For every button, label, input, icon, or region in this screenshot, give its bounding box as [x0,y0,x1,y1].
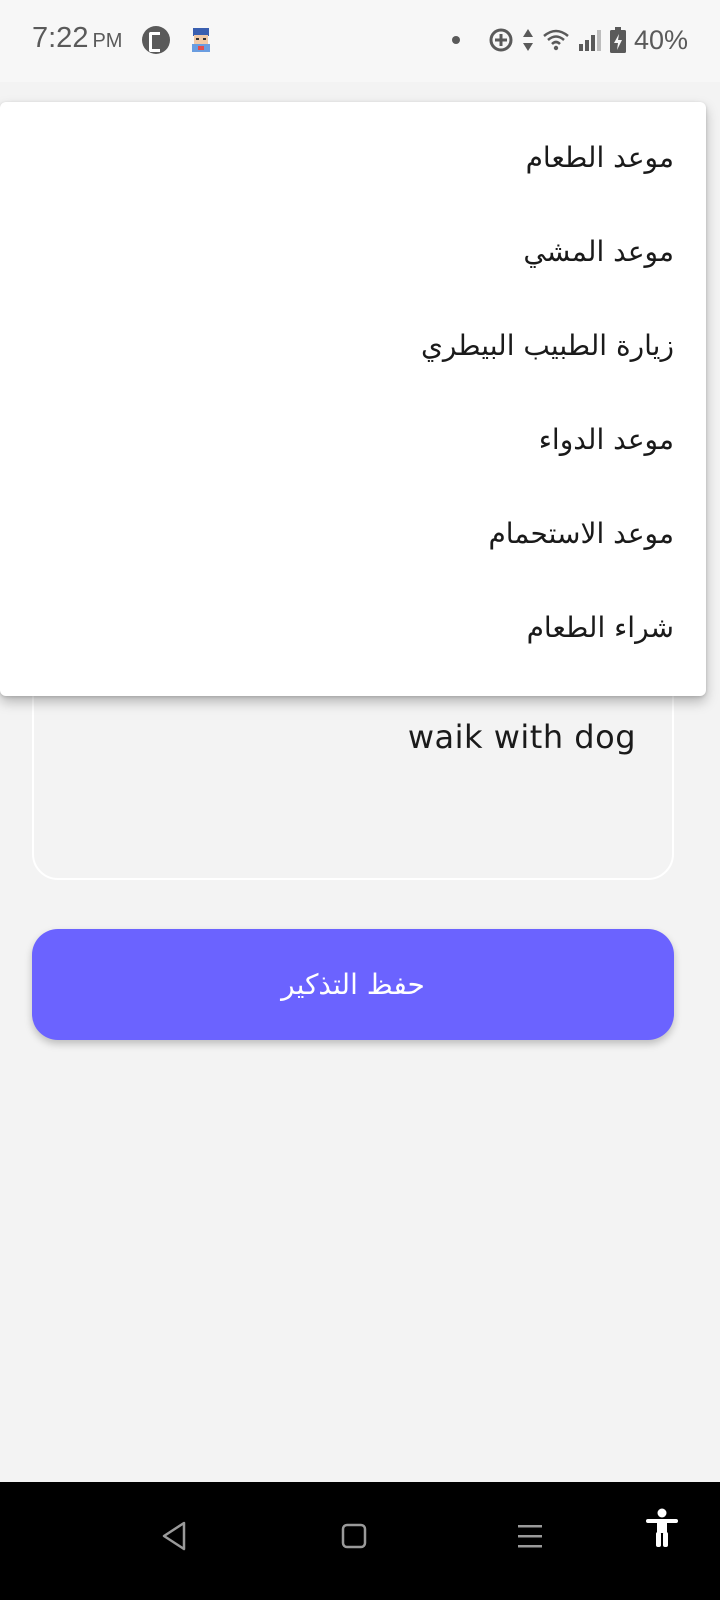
menu-item-buy-food[interactable]: شراء الطعام [0,587,706,681]
status-time-ampm: PM [92,30,123,52]
save-reminder-button[interactable]: حفظ التذكير [32,929,674,1040]
data-saver-icon [489,28,513,52]
status-bar: 7:22 PM 40% [0,0,720,82]
home-icon[interactable] [340,1520,368,1552]
battery-percent: 40% [633,24,688,55]
accessibility-icon[interactable] [644,1508,680,1548]
notification-dot-icon [451,36,460,44]
p-app-icon [142,26,170,54]
signal-icon [578,30,601,51]
menu-item-bathing[interactable]: موعد الاستحمام [0,493,706,587]
menu-item-label: موعد الطعام [525,141,674,174]
menu-item-label: موعد الاستحمام [488,517,674,550]
menu-item-label: موعد المشي [523,235,674,268]
menu-item-vet-visit[interactable]: زيارة الطبيب البيطري [0,305,706,399]
navigation-bar [0,1482,720,1600]
status-time-value: 7:22 [32,22,89,54]
menu-item-walking[interactable]: موعد المشي [0,211,706,305]
menu-item-label: شراء الطعام [526,611,674,644]
menu-item-label: زيارة الطبيب البيطري [420,329,674,362]
menu-item-label: موعد الدواء [538,423,674,456]
menu-item-medicine[interactable]: موعد الدواء [0,399,706,493]
data-arrows-icon [522,29,533,51]
save-reminder-label: حفظ التذكير [281,968,425,1001]
reminder-type-dropdown-menu: موعد الطعام موعد المشي زيارة الطبيب البي… [0,102,706,696]
menu-icon[interactable] [516,1520,544,1552]
status-icons: 40% [451,22,688,58]
menu-item-feeding[interactable]: موعد الطعام [0,117,706,211]
battery-icon [609,27,626,53]
wifi-icon [543,29,569,51]
reminder-note-value: waik with dog [407,718,636,756]
back-icon[interactable] [160,1520,188,1552]
status-time: 7:22 PM [32,22,122,55]
avatar-app-icon [192,28,210,52]
